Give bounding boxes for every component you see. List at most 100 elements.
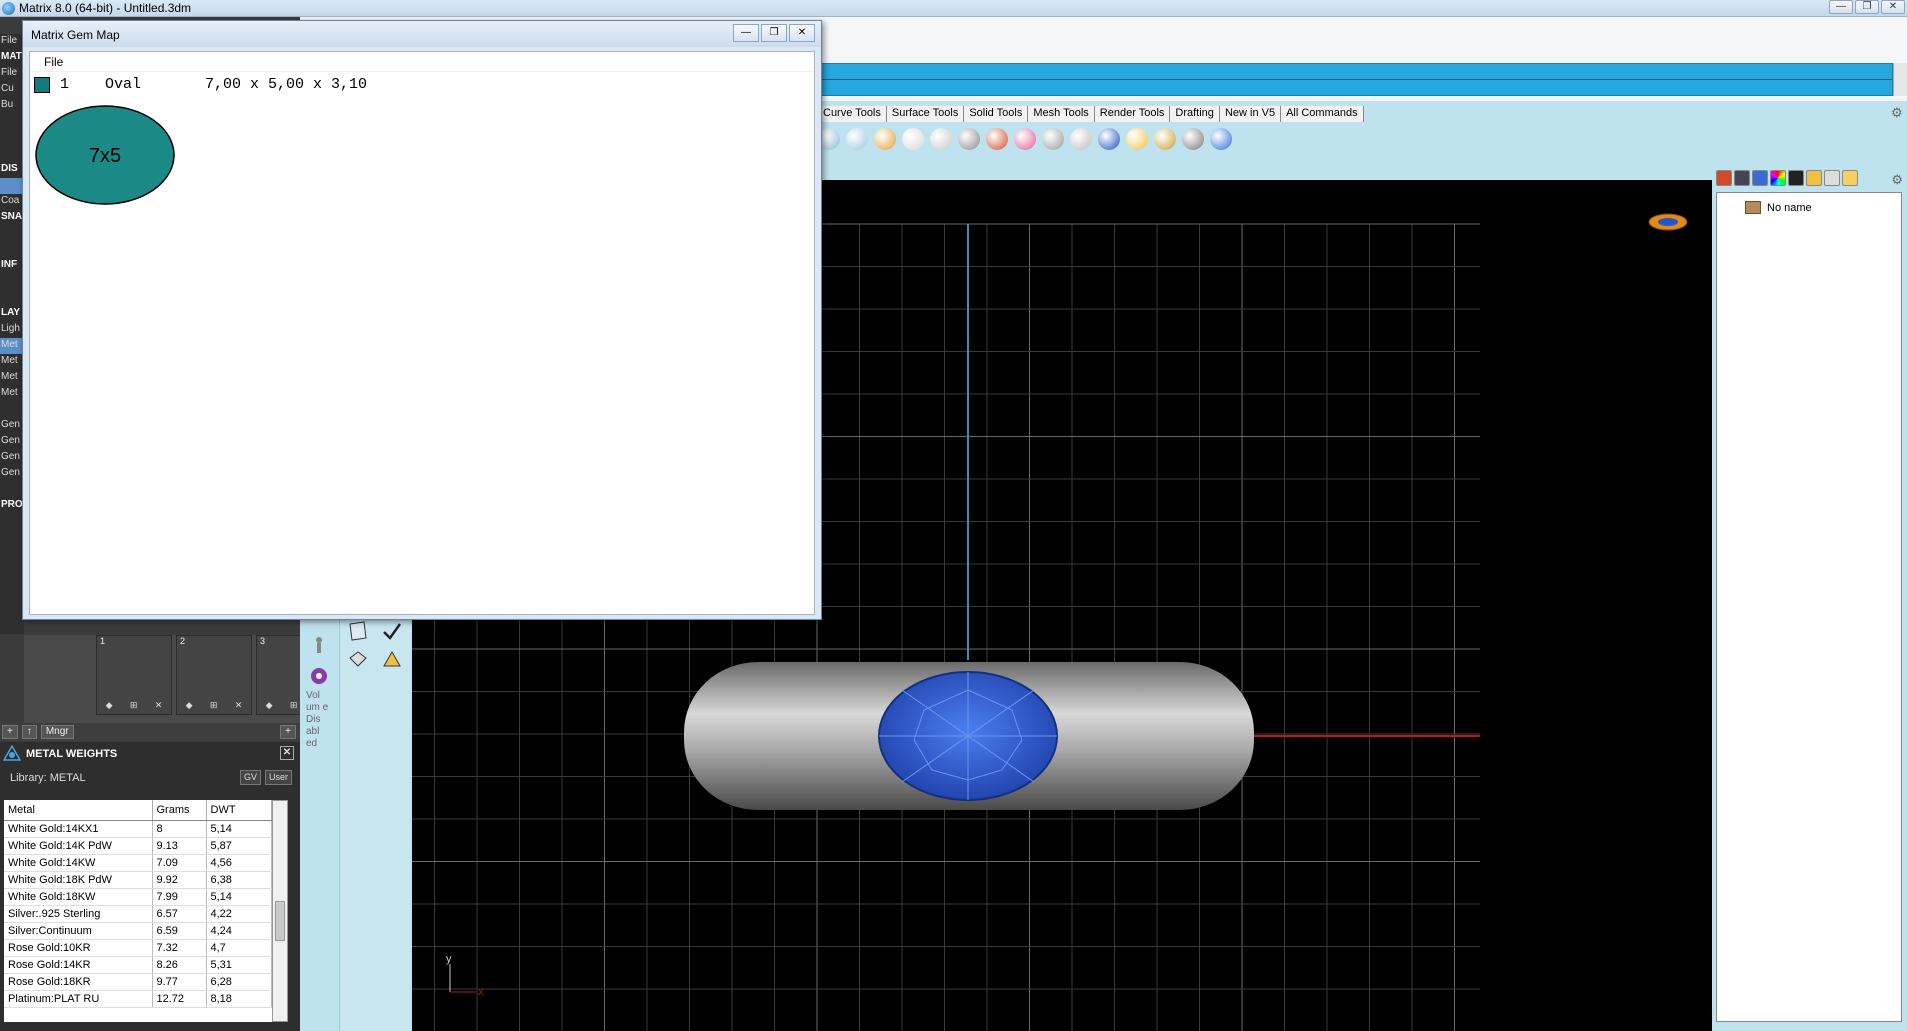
maximize-button[interactable]: ❐ [1855, 0, 1879, 14]
table-row[interactable]: White Gold:14KW 7.09 4,56 [4, 854, 272, 872]
snap-icon[interactable] [1182, 128, 1204, 150]
left-menu-item[interactable]: Gen [0, 418, 24, 434]
left-menu-item[interactable]: Met [0, 386, 24, 402]
left-menu-item[interactable] [0, 130, 24, 146]
col-grams[interactable]: Grams [152, 800, 207, 821]
help-icon[interactable] [1210, 128, 1232, 150]
table-row[interactable]: Rose Gold:14KR 8.26 5,31 [4, 956, 272, 974]
metal-weights-close-icon[interactable]: ✕ [280, 746, 294, 760]
left-menu-item[interactable]: Gen [0, 434, 24, 450]
left-menu-item[interactable]: SNA [0, 210, 24, 226]
sphere-icon[interactable] [1070, 128, 1092, 150]
table-row[interactable]: Silver:.925 Sterling 6.57 4,22 [4, 905, 272, 923]
left-menu-item[interactable]: LAY [0, 306, 24, 322]
gv-toggle[interactable]: GV [239, 770, 261, 785]
table-row[interactable]: White Gold:14KX1 8 5,14 [4, 820, 272, 838]
left-menu-item[interactable] [0, 290, 24, 306]
gem-map-minimize-button[interactable]: — [733, 24, 759, 42]
settings-gear-icon[interactable] [308, 665, 330, 687]
manager-button[interactable]: Mngr [40, 725, 74, 739]
blue-sphere-icon[interactable] [1098, 128, 1120, 150]
toolbar-gear-icon[interactable]: ⚙ [1891, 106, 1905, 120]
left-menu-item[interactable] [0, 482, 24, 498]
folder-tab-icon[interactable] [1842, 170, 1858, 186]
metal-table-scrollbar[interactable] [272, 800, 288, 1022]
command-scrollbar[interactable] [1893, 63, 1907, 96]
layer-slot-action-icon[interactable]: ◆ [186, 700, 193, 714]
layer-slot-action-icon[interactable]: ⊞ [130, 700, 138, 714]
select-icon[interactable] [874, 128, 896, 150]
gem-map-maximize-button[interactable]: ❐ [761, 24, 787, 42]
walk-icon[interactable] [308, 635, 330, 657]
tab-mesh-tools[interactable]: Mesh Tools [1028, 106, 1095, 122]
tab-solid-tools[interactable]: Solid Tools [964, 106, 1029, 122]
left-menu-item[interactable]: Bu [0, 98, 24, 114]
light-tab-icon[interactable] [1806, 170, 1822, 186]
check-icon[interactable] [380, 620, 404, 642]
shield-icon[interactable] [986, 128, 1008, 150]
table-row[interactable]: White Gold:14K PdW 9.13 5,87 [4, 837, 272, 855]
left-menu-item[interactable]: File [0, 34, 24, 50]
spotlight-icon[interactable] [1126, 128, 1148, 150]
material-tab-icon[interactable] [1770, 170, 1786, 186]
left-menu-item[interactable] [0, 242, 24, 258]
tab-drafting[interactable]: Drafting [1170, 106, 1220, 122]
rg-tab-icon[interactable] [1788, 170, 1804, 186]
table-row[interactable]: Platinum:PLAT RU 12.72 8,18 [4, 990, 272, 1008]
gem-oval-preview[interactable]: 7x5 [34, 104, 176, 206]
gem-tool-icon[interactable] [346, 620, 370, 642]
left-menu-item[interactable]: INF [0, 258, 24, 274]
properties-tab-icon[interactable] [1752, 170, 1768, 186]
table-row[interactable]: Rose Gold:10KR 7.32 4,7 [4, 939, 272, 957]
left-menu-item[interactable] [0, 274, 24, 290]
minimize-button[interactable]: — [1829, 0, 1853, 14]
right-panel-gear-icon[interactable]: ⚙ [1891, 172, 1903, 188]
gem-map-titlebar[interactable]: Matrix Gem Map — ❐ ✕ [23, 21, 821, 47]
left-menu-item[interactable]: Cu [0, 82, 24, 98]
ring-thumbnail-icon[interactable] [1646, 211, 1690, 233]
left-menu-item[interactable]: DIS [0, 162, 24, 178]
tree-node-root[interactable]: No name [1745, 201, 1812, 214]
add-slot-button[interactable]: + [280, 725, 296, 739]
tab-curve-tools[interactable]: Curve Tools [818, 106, 887, 122]
left-menu-item[interactable]: Ligh [0, 322, 24, 338]
left-menu-item[interactable]: Gen [0, 466, 24, 482]
table-row[interactable]: Rose Gold:18KR 9.77 6,28 [4, 973, 272, 991]
tab-render-tools[interactable]: Render Tools [1094, 106, 1171, 122]
col-metal[interactable]: Metal [4, 800, 153, 821]
left-menu-item[interactable] [0, 114, 24, 130]
left-menu-item[interactable] [0, 402, 24, 418]
left-menu-item[interactable]: File [0, 66, 24, 82]
layer-slot-action-icon[interactable]: ◆ [266, 700, 273, 714]
layers-tab-icon[interactable] [1716, 170, 1732, 186]
gear-icon[interactable] [1154, 128, 1176, 150]
tab-surface-tools[interactable]: Surface Tools [886, 106, 965, 122]
gem-map-close-button[interactable]: ✕ [789, 24, 815, 42]
user-toggle[interactable]: User [264, 770, 292, 785]
color-wheel-icon[interactable] [1014, 128, 1036, 150]
left-menu-item[interactable]: PRO [0, 498, 24, 514]
layer-slot-action-icon[interactable]: ⊞ [210, 700, 218, 714]
scroll-thumb[interactable] [275, 901, 285, 941]
col-dwt[interactable]: DWT [206, 800, 272, 821]
left-menu-item[interactable] [0, 146, 24, 162]
tab-new-in-v5[interactable]: New in V5 [1219, 106, 1282, 122]
left-menu-item[interactable]: Met [0, 338, 24, 354]
display-tab-icon[interactable] [1734, 170, 1750, 186]
rotate-icon[interactable] [846, 128, 868, 150]
move-up-button[interactable]: ↑ [21, 725, 37, 739]
light-bulb-icon[interactable] [902, 128, 924, 150]
table-row[interactable]: White Gold:18KW 7.99 5,14 [4, 888, 272, 906]
table-row[interactable]: White Gold:18K PdW 9.92 6,38 [4, 871, 272, 889]
help-tab-icon[interactable] [1824, 170, 1840, 186]
close-button[interactable]: ✕ [1881, 0, 1905, 14]
layer-slot-action-icon[interactable]: ✕ [155, 700, 163, 714]
measure-icon[interactable] [380, 648, 404, 670]
tab-all-commands[interactable]: All Commands [1281, 106, 1364, 122]
left-menu-item[interactable] [0, 178, 24, 194]
layer-slot[interactable]: 2 ◆ ⊞ ✕ [176, 635, 252, 715]
left-menu-item[interactable] [0, 226, 24, 242]
layer-slot-action-icon[interactable]: ◆ [106, 700, 113, 714]
left-menu-item[interactable]: Met [0, 354, 24, 370]
light-bulb-icon[interactable] [930, 128, 952, 150]
